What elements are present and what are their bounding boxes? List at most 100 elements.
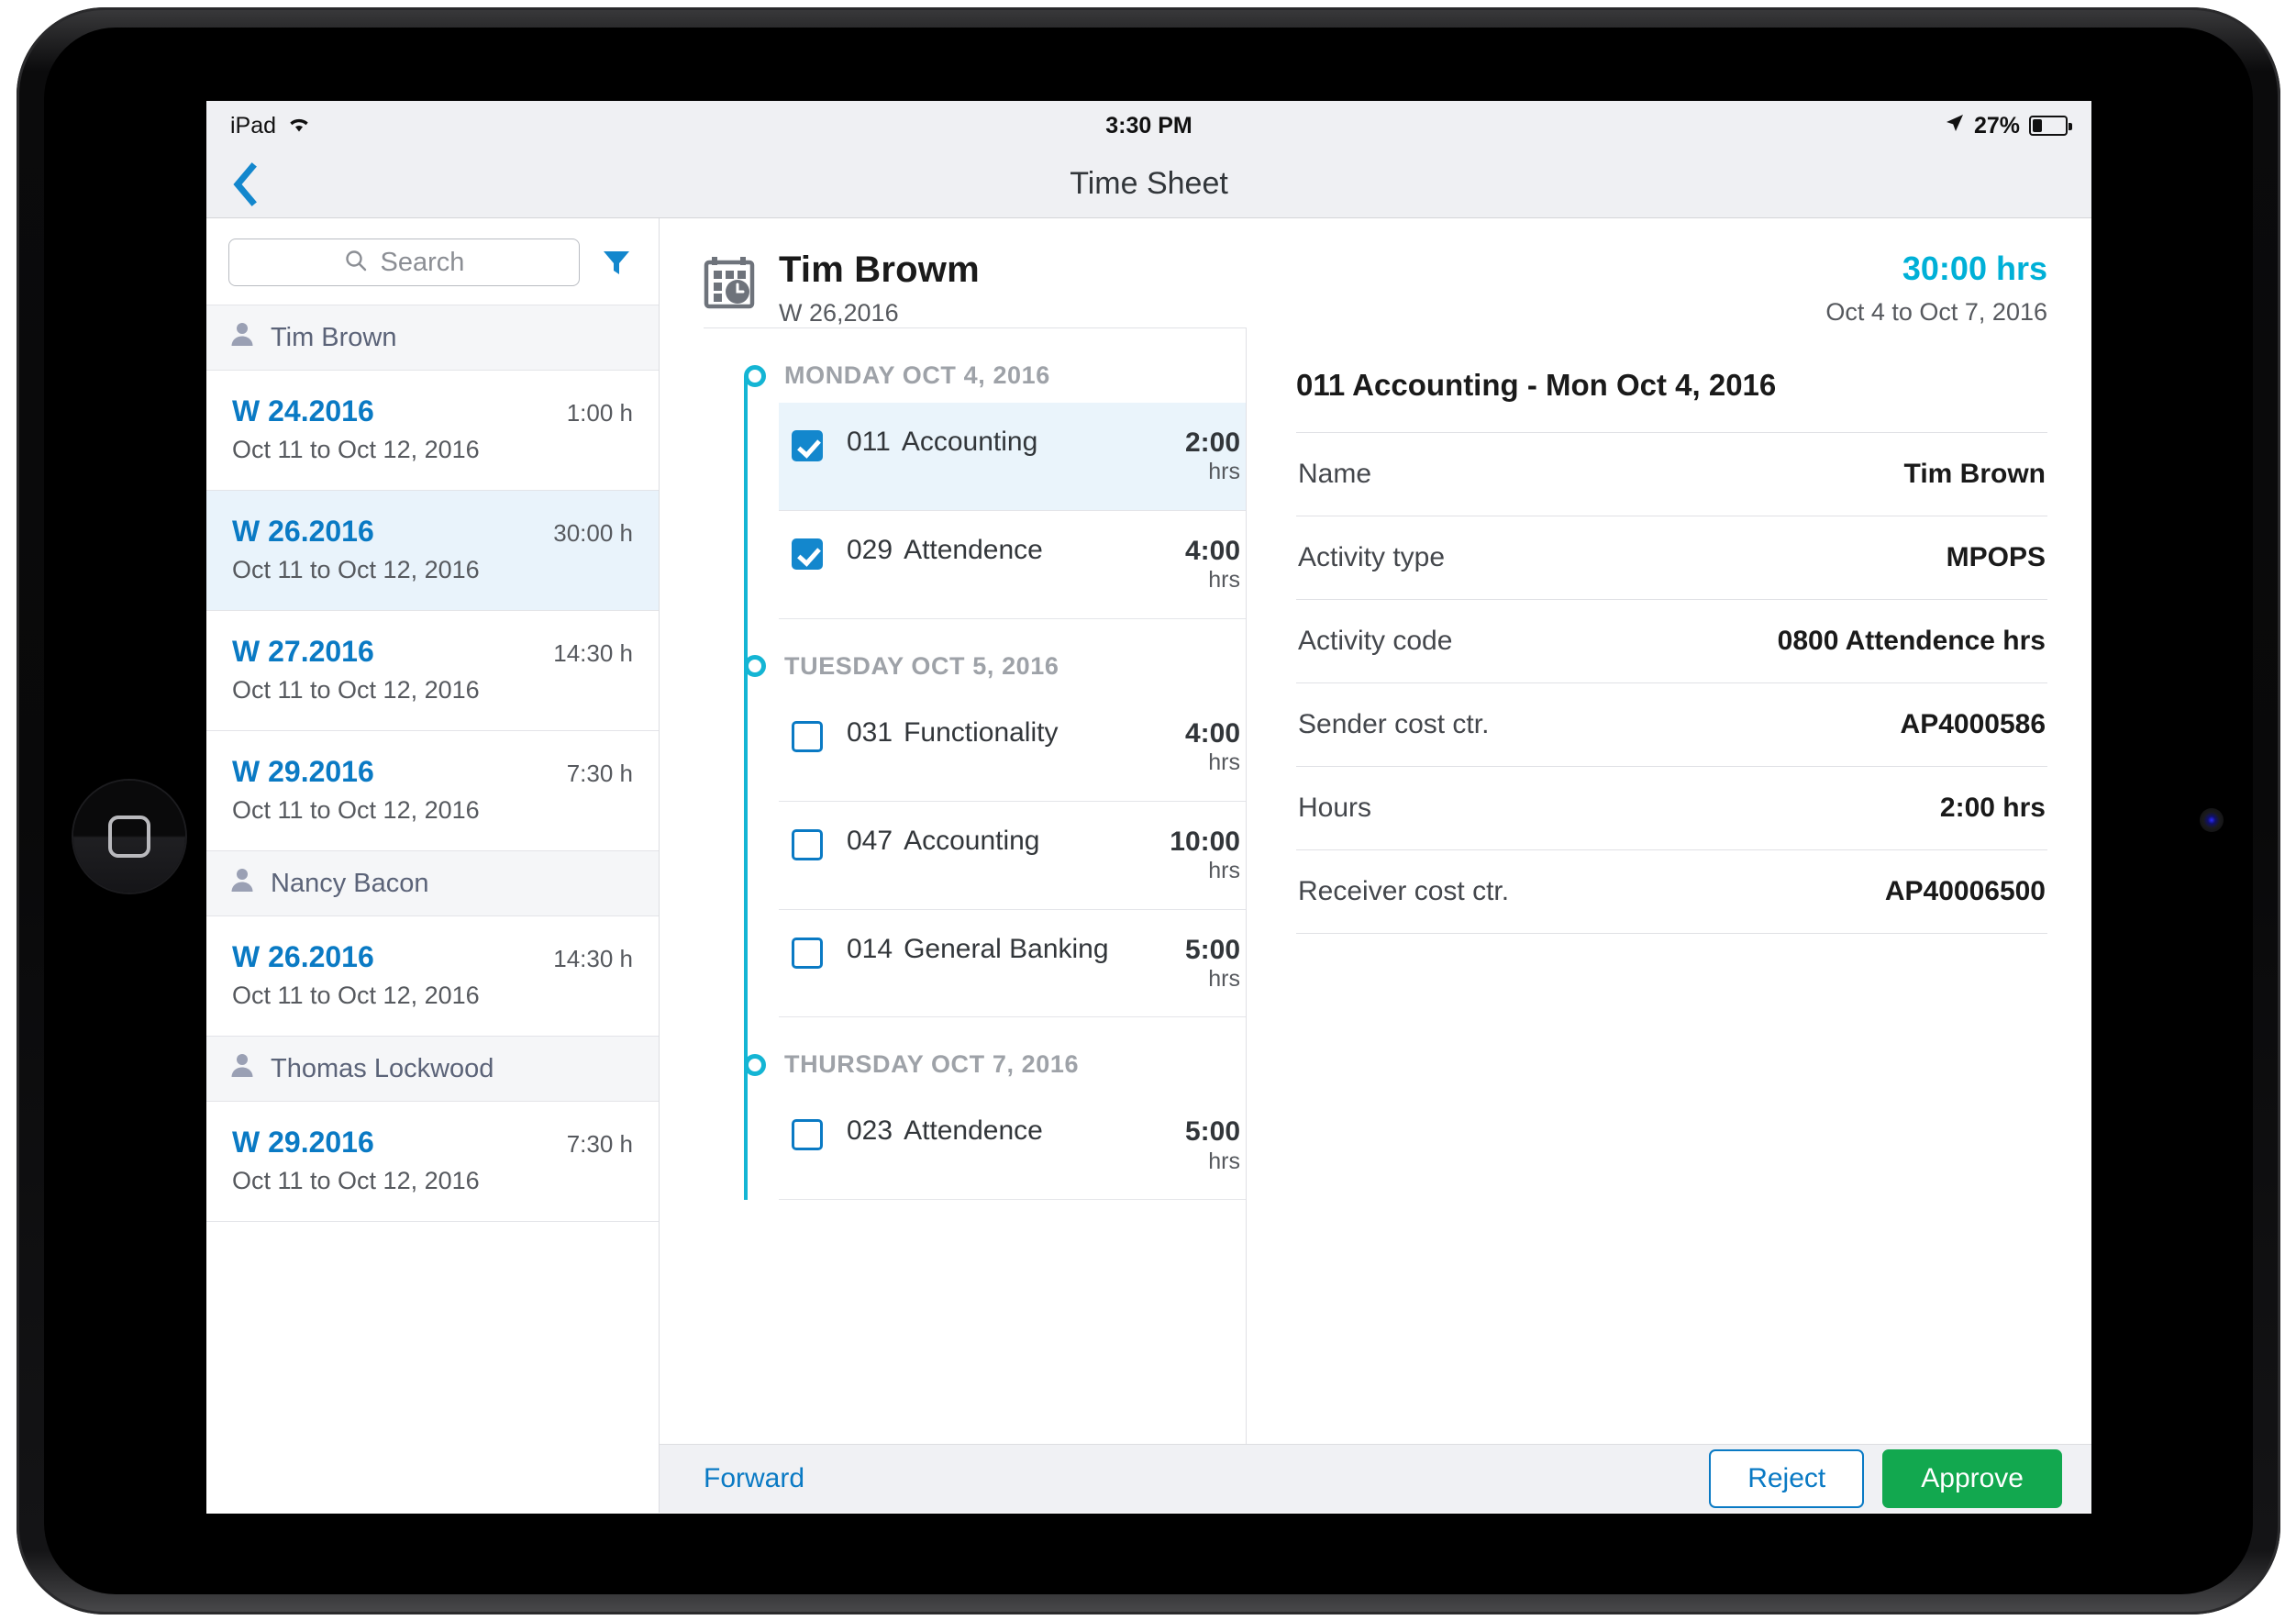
timesheet-range: Oct 11 to Oct 12, 2016 bbox=[232, 1167, 480, 1194]
timeline-entry[interactable]: 031 Functionality 4:00 hrs bbox=[779, 693, 1246, 802]
timeline-entry[interactable]: 023 Attendence 5:00 hrs bbox=[779, 1092, 1246, 1201]
timesheet-list-item[interactable]: W 29.2016 7:30 h Oct 11 to Oct 12, 2016 bbox=[206, 1102, 659, 1222]
detail-row: Hours 2:00 hrs bbox=[1296, 766, 2047, 849]
wifi-icon bbox=[287, 113, 311, 139]
entry-code: 023 bbox=[847, 1115, 893, 1147]
detail-value: MPOPS bbox=[1946, 542, 2046, 572]
status-bar-right: 27% bbox=[1945, 113, 2072, 139]
filter-icon[interactable] bbox=[596, 242, 637, 283]
entry-checkbox[interactable] bbox=[792, 937, 823, 969]
timeline-day-group: MONDAY OCT 4, 2016 011 Accounting 2:00 hrs 02… bbox=[713, 328, 1246, 619]
person-icon bbox=[228, 866, 256, 901]
detail-key: Activity code bbox=[1298, 626, 1453, 656]
timeline-dot-icon bbox=[744, 655, 766, 678]
timesheet-hours: 14:30 h bbox=[553, 639, 633, 667]
timesheet-hours: 30:00 h bbox=[553, 519, 633, 547]
timeline-day-header: TUESDAY OCT 5, 2016 bbox=[713, 619, 1246, 693]
entry-hours-unit: hrs bbox=[1208, 459, 1240, 485]
detail-value: 2:00 hrs bbox=[1939, 793, 2046, 823]
search-input[interactable]: Search bbox=[228, 239, 580, 286]
main-split: MONDAY OCT 4, 2016 011 Accounting 2:00 hrs 02… bbox=[660, 327, 2091, 1444]
home-button-square-icon bbox=[108, 816, 150, 858]
status-bar-left: iPad bbox=[230, 113, 311, 139]
timesheet-list-item[interactable]: W 26.2016 30:00 h Oct 11 to Oct 12, 2016 bbox=[206, 491, 659, 611]
timesheet-week: W 29.2016 bbox=[232, 1126, 374, 1159]
entry-hours-unit: hrs bbox=[1208, 749, 1240, 776]
detail-row: Sender cost ctr. AP4000586 bbox=[1296, 682, 2047, 766]
timeline-day-label: THURSDAY OCT 7, 2016 bbox=[784, 1050, 1080, 1079]
timesheet-item-top: W 27.2016 14:30 h bbox=[232, 635, 633, 669]
entry-checkbox[interactable] bbox=[792, 538, 823, 570]
entry-hours-value: 2:00 bbox=[1184, 427, 1240, 458]
timesheet-week: W 29.2016 bbox=[232, 755, 374, 788]
timeline-day-group: TUESDAY OCT 5, 2016 031 Functionality 4:00 h… bbox=[713, 619, 1246, 1018]
entry-name: Attendence bbox=[904, 1115, 1043, 1147]
timesheet-item-top: W 26.2016 30:00 h bbox=[232, 515, 633, 549]
content-area: Search Tim Brown W 24.2016 1:00 h Oct 11 to… bbox=[206, 218, 2091, 1513]
timesheet-week: W 26.2016 bbox=[232, 515, 374, 548]
timesheet-list: Tim Brown W 24.2016 1:00 h Oct 11 to Oct 12… bbox=[206, 305, 659, 1222]
detail-key: Sender cost ctr. bbox=[1298, 709, 1490, 739]
front-camera bbox=[2200, 808, 2224, 832]
person-group-header[interactable]: Nancy Bacon bbox=[206, 851, 659, 916]
timeline-day-label: MONDAY OCT 4, 2016 bbox=[784, 361, 1050, 389]
timesheet-hours: 1:00 h bbox=[566, 399, 633, 427]
entry-checkbox[interactable] bbox=[792, 1119, 823, 1151]
approve-button[interactable]: Approve bbox=[1882, 1449, 2062, 1508]
reject-button[interactable]: Reject bbox=[1709, 1449, 1865, 1508]
entry-name: Attendence bbox=[904, 534, 1043, 565]
entry-name: Functionality bbox=[904, 716, 1059, 748]
detail-key: Activity type bbox=[1298, 542, 1446, 572]
timeline-day-label: TUESDAY OCT 5, 2016 bbox=[784, 651, 1059, 680]
action-bar: Forward Reject Approve bbox=[660, 1444, 2091, 1513]
timeline-entry[interactable]: 029 Attendence 4:00 hrs bbox=[779, 511, 1246, 619]
timesheet-hours: 7:30 h bbox=[566, 760, 633, 787]
back-icon[interactable] bbox=[232, 161, 258, 206]
timesheet-header-left: Tim Browm W 26,2016 bbox=[779, 250, 980, 327]
timeline-dot-icon bbox=[744, 1053, 766, 1076]
timeline-entry[interactable]: 014 General Banking 5:00 hrs bbox=[779, 910, 1246, 1018]
entry-name: General Banking bbox=[904, 933, 1109, 964]
timeline-entry[interactable]: 047 Accounting 10:00 hrs bbox=[779, 802, 1246, 910]
timeline-dot-icon bbox=[744, 364, 766, 387]
person-name: Nancy Bacon bbox=[271, 868, 429, 898]
entry-hours: 10:00 hrs bbox=[1170, 826, 1240, 885]
timesheet-list-item[interactable]: W 24.2016 1:00 h Oct 11 to Oct 12, 2016 bbox=[206, 371, 659, 491]
navigation-bar: Time Sheet bbox=[206, 150, 2091, 218]
entry-hours: 4:00 hrs bbox=[1185, 535, 1240, 594]
timeline-entry[interactable]: 011 Accounting 2:00 hrs bbox=[779, 403, 1246, 511]
detail-value: AP4000586 bbox=[1900, 709, 2046, 739]
detail-key: Receiver cost ctr. bbox=[1298, 876, 1510, 906]
timesheet-item-top: W 26.2016 14:30 h bbox=[232, 940, 633, 974]
timesheet-week: W 26.2016 bbox=[232, 940, 374, 973]
carrier-label: iPad bbox=[230, 112, 277, 139]
timeline-pane: MONDAY OCT 4, 2016 011 Accounting 2:00 hrs 02… bbox=[704, 327, 1247, 1444]
entry-checkbox[interactable] bbox=[792, 430, 823, 461]
entry-hours: 5:00 hrs bbox=[1185, 1115, 1240, 1175]
entry-hours: 2:00 hrs bbox=[1185, 427, 1240, 486]
timesheet-list-item[interactable]: W 27.2016 14:30 h Oct 11 to Oct 12, 2016 bbox=[206, 611, 659, 731]
timeline-day-group: THURSDAY OCT 7, 2016 023 Attendence 5:00 hrs bbox=[713, 1017, 1246, 1201]
timesheet-list-item[interactable]: W 26.2016 14:30 h Oct 11 to Oct 12, 2016 bbox=[206, 916, 659, 1037]
entry-code: 047 bbox=[847, 825, 893, 856]
person-icon bbox=[228, 320, 256, 355]
detail-row: Name Tim Brown bbox=[1296, 432, 2047, 516]
detail-key: Name bbox=[1298, 459, 1372, 489]
timesheet-list-item[interactable]: W 29.2016 7:30 h Oct 11 to Oct 12, 2016 bbox=[206, 731, 659, 851]
search-placeholder: Search bbox=[380, 247, 465, 277]
detail-pane: 011 Accounting - Mon Oct 4, 2016 Name Tim… bbox=[1247, 327, 2047, 1444]
entry-label: 029 Attendence bbox=[847, 535, 1043, 566]
person-group-header[interactable]: Thomas Lockwood bbox=[206, 1037, 659, 1102]
person-group-header[interactable]: Tim Brown bbox=[206, 305, 659, 371]
detail-key: Hours bbox=[1298, 793, 1372, 823]
battery-icon bbox=[2029, 116, 2072, 136]
entry-code: 029 bbox=[847, 534, 893, 565]
timesheet-range: Oct 11 to Oct 12, 2016 bbox=[232, 556, 480, 583]
entry-checkbox[interactable] bbox=[792, 720, 823, 752]
home-button[interactable] bbox=[73, 781, 185, 893]
entry-checkbox[interactable] bbox=[792, 828, 823, 860]
app-screen: iPad 3:30 PM 27% Time Sheet Search Tim B… bbox=[206, 101, 2091, 1514]
search-row: Search bbox=[206, 218, 659, 305]
entry-hours-unit: hrs bbox=[1208, 1148, 1240, 1174]
forward-button[interactable]: Forward bbox=[704, 1463, 804, 1494]
